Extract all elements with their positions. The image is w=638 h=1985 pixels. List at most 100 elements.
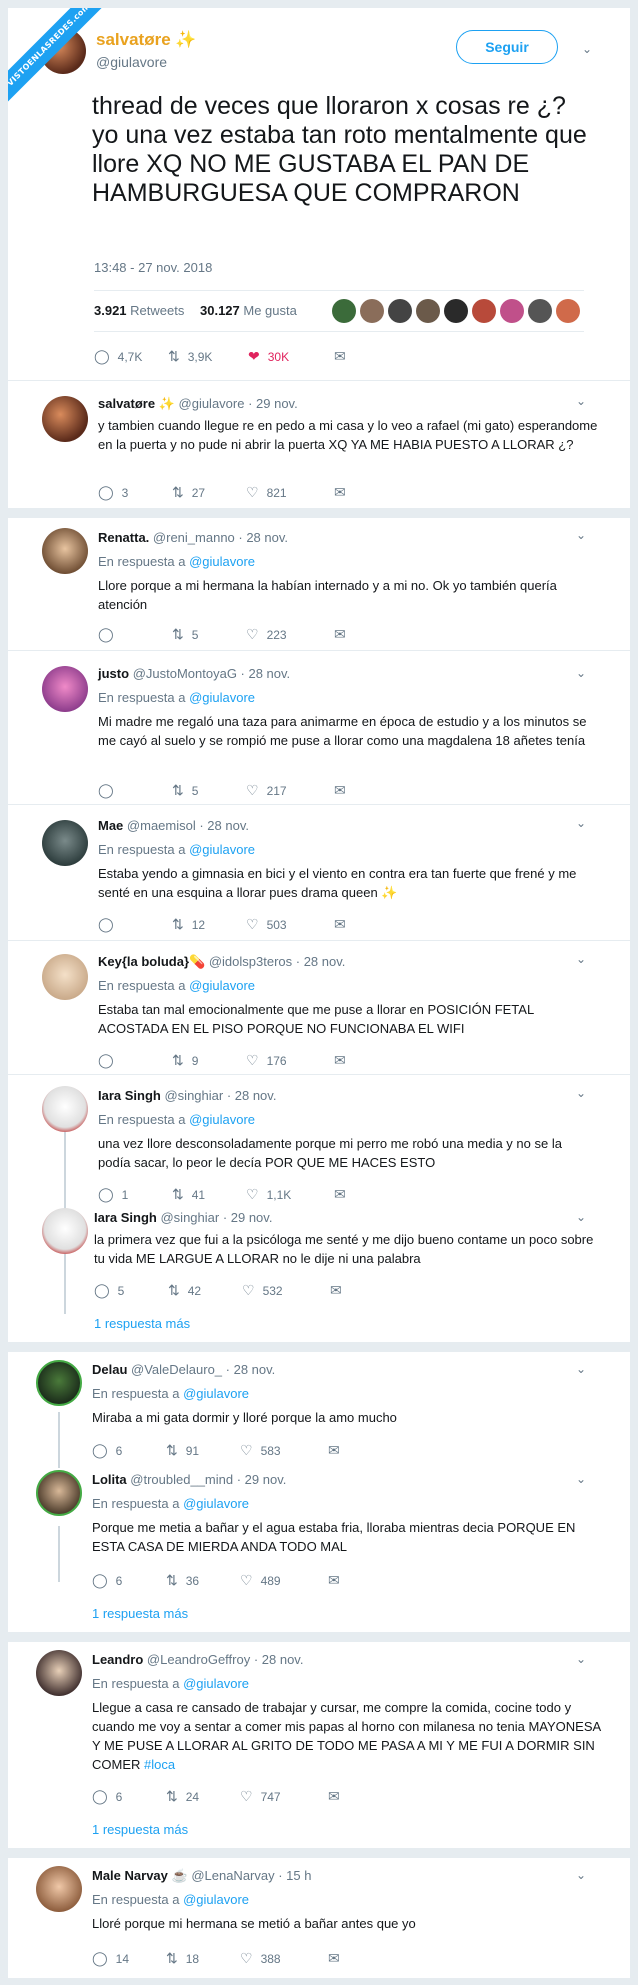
author-name[interactable]: justo xyxy=(98,666,129,681)
avatar[interactable] xyxy=(556,299,580,323)
direct-message-button[interactable]: ✉ xyxy=(334,1052,354,1069)
direct-message-button[interactable]: ✉ xyxy=(334,782,354,799)
avatar[interactable] xyxy=(416,299,440,323)
author-handle[interactable]: @giulavore · 29 nov. xyxy=(179,396,298,411)
author-handle[interactable]: @reni_manno · 28 nov. xyxy=(153,530,288,545)
author-handle[interactable]: @maemisol · 28 nov. xyxy=(127,818,249,833)
tweet-timestamp[interactable]: 13:48 - 27 nov. 2018 xyxy=(94,260,212,275)
retweet-button[interactable]: ⇅ 42 xyxy=(168,1282,201,1299)
like-button[interactable]: ♡ 388 xyxy=(240,1950,281,1967)
retweet-button[interactable]: ⇅ 3,9K xyxy=(168,348,212,365)
chevron-down-icon[interactable]: ⌄ xyxy=(576,1868,586,1882)
author-name[interactable]: Key{la boluda}💊 xyxy=(98,954,205,969)
like-button[interactable]: ♡ 821 xyxy=(246,484,287,501)
avatar[interactable] xyxy=(42,1208,88,1254)
chevron-down-icon[interactable]: ⌄ xyxy=(576,1086,586,1100)
direct-message-button[interactable]: ✉ xyxy=(334,626,354,643)
reply-button[interactable]: ◯ xyxy=(98,782,122,799)
retweet-button[interactable]: ⇅ 5 xyxy=(172,782,198,799)
direct-message-button[interactable]: ✉ xyxy=(328,1788,348,1805)
mention-link[interactable]: @giulavore xyxy=(183,1676,249,1691)
avatar[interactable] xyxy=(360,299,384,323)
mention-link[interactable]: @giulavore xyxy=(183,1892,249,1907)
avatar[interactable] xyxy=(472,299,496,323)
direct-message-button[interactable]: ✉ xyxy=(334,348,354,365)
author-handle[interactable]: @singhiar · 29 nov. xyxy=(160,1210,272,1225)
author-name[interactable]: salvatøre ✨ xyxy=(98,396,175,411)
reply-tweet[interactable]: Leandro @LeandroGeffroy · 28 nov. ⌄ En r… xyxy=(8,1646,630,1846)
reply-tweet[interactable]: Iara Singh @singhiar · 28 nov. ⌄ En resp… xyxy=(8,1080,630,1208)
avatar[interactable] xyxy=(42,1086,88,1132)
like-button[interactable]: ♡ 503 xyxy=(246,916,287,933)
avatar[interactable] xyxy=(332,299,356,323)
mention-link[interactable]: @giulavore xyxy=(183,1496,249,1511)
retweet-button[interactable]: ⇅ 36 xyxy=(166,1572,199,1589)
avatar[interactable] xyxy=(42,820,88,866)
chevron-down-icon[interactable]: ⌄ xyxy=(576,1210,586,1224)
like-button[interactable]: ♡ 1,1K xyxy=(246,1186,291,1203)
direct-message-button[interactable]: ✉ xyxy=(328,1950,348,1967)
reply-button[interactable]: ◯ 6 xyxy=(92,1788,122,1805)
reply-tweet[interactable]: Key{la boluda}💊 @idolsp3teros · 28 nov. … xyxy=(8,946,630,1076)
chevron-down-icon[interactable]: ⌄ xyxy=(576,666,586,680)
chevron-down-icon[interactable]: ⌄ xyxy=(576,394,586,408)
reply-button[interactable]: ◯ xyxy=(98,916,122,933)
like-button[interactable]: ♡ 747 xyxy=(240,1788,281,1805)
reply-tweet[interactable]: Male Narvay ☕ @LenaNarvay · 15 h ⌄ En re… xyxy=(8,1862,630,1978)
author-handle[interactable]: @ValeDelauro_ · 28 nov. xyxy=(131,1362,275,1377)
chevron-down-icon[interactable]: ⌄ xyxy=(576,816,586,830)
reply-button[interactable]: ◯ 4,7K xyxy=(94,348,142,365)
author-handle[interactable]: @JustoMontoyaG · 28 nov. xyxy=(133,666,290,681)
avatar[interactable] xyxy=(388,299,412,323)
reply-tweet[interactable]: salvatøre ✨ @giulavore · 29 nov. ⌄ y tam… xyxy=(8,388,630,506)
hashtag-link[interactable]: #loca xyxy=(144,1757,175,1772)
like-count-stat[interactable]: 30.127 Me gusta xyxy=(200,303,297,318)
avatar[interactable] xyxy=(42,528,88,574)
author-name[interactable]: Mae xyxy=(98,818,123,833)
retweet-count-stat[interactable]: 3.921 Retweets xyxy=(94,303,184,318)
chevron-down-icon[interactable]: ⌄ xyxy=(576,1362,586,1376)
author-name[interactable]: Lolita xyxy=(92,1472,127,1487)
retweet-button[interactable]: ⇅ 5 xyxy=(172,626,198,643)
author-handle[interactable]: @troubled__mind · 29 nov. xyxy=(130,1472,286,1487)
mention-link[interactable]: @giulavore xyxy=(189,554,255,569)
reply-button[interactable]: ◯ 6 xyxy=(92,1572,122,1589)
like-button[interactable]: ♡ 217 xyxy=(246,782,287,799)
retweet-button[interactable]: ⇅ 91 xyxy=(166,1442,199,1459)
chevron-down-icon[interactable]: ⌄ xyxy=(576,528,586,542)
reply-tweet[interactable]: Delau @ValeDelauro_ · 28 nov. ⌄ En respu… xyxy=(8,1356,630,1466)
reply-button[interactable]: ◯ xyxy=(98,626,122,643)
avatar[interactable] xyxy=(36,1360,82,1406)
chevron-down-icon[interactable]: ⌄ xyxy=(582,42,592,56)
mention-link[interactable]: @giulavore xyxy=(189,842,255,857)
retweet-button[interactable]: ⇅ 24 xyxy=(166,1788,199,1805)
chevron-down-icon[interactable]: ⌄ xyxy=(576,952,586,966)
retweet-button[interactable]: ⇅ 12 xyxy=(172,916,205,933)
like-button[interactable]: ♡ 176 xyxy=(246,1052,287,1069)
reply-button[interactable]: ◯ 6 xyxy=(92,1442,122,1459)
avatar[interactable] xyxy=(528,299,552,323)
like-button[interactable]: ♡ 223 xyxy=(246,626,287,643)
direct-message-button[interactable]: ✉ xyxy=(328,1442,348,1459)
avatar[interactable] xyxy=(36,1470,82,1516)
retweet-button[interactable]: ⇅ 41 xyxy=(172,1186,205,1203)
author-name[interactable]: salvatøre xyxy=(96,30,171,49)
author-handle[interactable]: @idolsp3teros · 28 nov. xyxy=(209,954,346,969)
reply-button[interactable]: ◯ 1 xyxy=(98,1186,128,1203)
direct-message-button[interactable]: ✉ xyxy=(330,1282,350,1299)
like-button[interactable]: ❤ 30K xyxy=(248,348,289,365)
reply-tweet[interactable]: justo @JustoMontoyaG · 28 nov. ⌄ En resp… xyxy=(8,656,630,806)
author-name[interactable]: Iara Singh xyxy=(98,1088,161,1103)
reply-tweet[interactable]: Iara Singh @singhiar · 29 nov. ⌄ la prim… xyxy=(8,1204,630,1344)
avatar[interactable] xyxy=(42,396,88,442)
avatar[interactable] xyxy=(36,1650,82,1696)
author-handle[interactable]: @giulavore xyxy=(96,54,196,70)
author-handle[interactable]: @LenaNarvay · 15 h xyxy=(191,1868,311,1883)
mention-link[interactable]: @giulavore xyxy=(189,978,255,993)
author-name[interactable]: Male Narvay ☕ xyxy=(92,1868,188,1883)
like-button[interactable]: ♡ 583 xyxy=(240,1442,281,1459)
direct-message-button[interactable]: ✉ xyxy=(334,916,354,933)
retweet-button[interactable]: ⇅ 9 xyxy=(172,1052,198,1069)
mention-link[interactable]: @giulavore xyxy=(183,1386,249,1401)
show-more-replies-link[interactable]: 1 respuesta más xyxy=(92,1606,188,1621)
